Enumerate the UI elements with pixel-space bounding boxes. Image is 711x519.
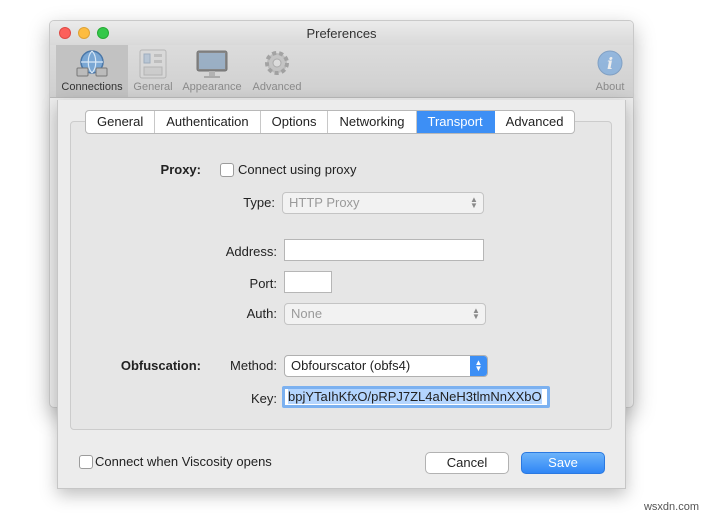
toolbar-label-connections: Connections	[61, 81, 123, 93]
tab-bar: General Authentication Options Networkin…	[85, 110, 576, 134]
obfuscation-key-value: bpjYTaIhKfxO/pRPJ7ZL4aNeH3tlmNnXXbO	[288, 389, 542, 404]
proxy-address-field[interactable]	[284, 239, 484, 261]
obfuscation-section-label: Obfuscation:	[120, 358, 201, 373]
svg-text:i: i	[607, 54, 613, 73]
tab-networking[interactable]: Networking	[328, 111, 417, 133]
obfuscation-method-value: Obfourscator (obfs4)	[291, 358, 411, 373]
toolbar-label-advanced: Advanced	[252, 81, 302, 93]
obfuscation-method-label: Method:	[230, 358, 277, 373]
display-monitor-icon	[196, 50, 228, 78]
proxy-section-label: Proxy:	[160, 162, 201, 177]
cancel-button[interactable]: Cancel	[425, 452, 509, 474]
chevron-updown-icon: ▲ ▼	[472, 306, 480, 321]
toolbar-label-general: General	[133, 81, 173, 93]
proxy-port-field[interactable]	[284, 271, 332, 293]
tab-advanced[interactable]: Advanced	[495, 111, 575, 133]
proxy-type-label: Type:	[243, 195, 275, 210]
toolbar-label-about: About	[595, 81, 625, 93]
obfuscation-key-label: Key:	[250, 391, 277, 406]
toolbar-item-general[interactable]: General	[130, 45, 176, 97]
preferences-toolbar: Connections General Appearance Advanced …	[50, 45, 633, 98]
use-proxy-label: Connect using proxy	[238, 162, 357, 177]
proxy-port-label: Port:	[249, 276, 277, 291]
toolbar-item-appearance[interactable]: Appearance	[178, 45, 246, 97]
info-icon: i	[597, 50, 623, 76]
globe-network-icon	[76, 50, 108, 77]
tab-authentication[interactable]: Authentication	[155, 111, 261, 133]
use-proxy-checkbox[interactable]	[220, 163, 234, 177]
save-button[interactable]: Save	[521, 452, 605, 474]
toolbar-label-appearance: Appearance	[182, 81, 242, 93]
watermark-text: wsxdn.com	[643, 501, 699, 513]
obfuscation-key-field[interactable]: bpjYTaIhKfxO/pRPJ7ZL4aNeH3tlmNnXXbO	[282, 386, 550, 408]
tab-general[interactable]: General	[86, 111, 156, 133]
obfuscation-method-select[interactable]: Obfourscator (obfs4) ▲ ▼	[284, 355, 488, 377]
title-bar: Preferences	[50, 21, 633, 45]
chevron-updown-icon: ▲ ▼	[470, 356, 487, 376]
proxy-type-select[interactable]: HTTP Proxy ▲ ▼	[282, 192, 484, 214]
toolbar-item-about[interactable]: i About	[588, 45, 632, 97]
chevron-updown-icon: ▲ ▼	[470, 195, 478, 210]
tab-transport[interactable]: Transport	[416, 111, 495, 133]
proxy-auth-value: None	[291, 306, 323, 321]
proxy-auth-label: Auth:	[246, 306, 277, 321]
tab-options[interactable]: Options	[261, 111, 329, 133]
toolbar-item-advanced[interactable]: Advanced	[248, 45, 306, 97]
switch-panel-icon	[139, 49, 167, 79]
connect-on-open-label: Connect when Viscosity opens	[95, 454, 272, 469]
proxy-address-label: Address:	[225, 244, 277, 259]
proxy-auth-select[interactable]: None ▲ ▼	[284, 303, 486, 325]
toolbar-item-connections[interactable]: Connections	[56, 45, 128, 97]
connect-on-open-checkbox[interactable]	[79, 455, 93, 469]
gear-icon	[265, 51, 289, 75]
window-title: Preferences	[306, 26, 377, 41]
proxy-type-value: HTTP Proxy	[289, 195, 360, 210]
